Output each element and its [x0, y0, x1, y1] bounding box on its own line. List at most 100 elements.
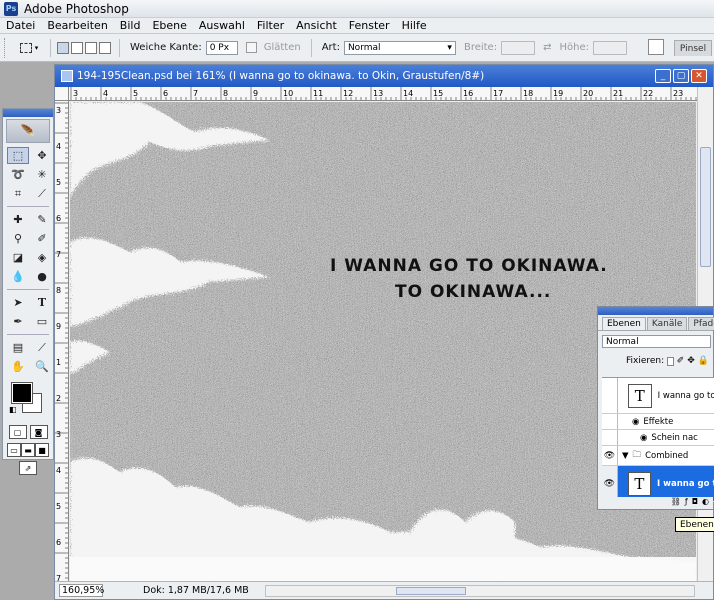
subtract-selection-button[interactable]: [85, 41, 97, 54]
link-icon[interactable]: ⛓: [671, 497, 681, 509]
canvas-text-line-2[interactable]: TO OKINAWA...: [395, 280, 551, 304]
clone-stamp-tool-icon[interactable]: ⚲: [7, 230, 29, 247]
brush-palette-tab[interactable]: Pinsel: [674, 40, 712, 56]
lasso-tool-icon[interactable]: ➰: [7, 166, 29, 183]
layer-mask-icon[interactable]: ◘: [692, 497, 698, 509]
visibility-toggle[interactable]: [602, 430, 618, 445]
layer-style-icon[interactable]: ƒ: [685, 497, 688, 509]
menu-auswahl[interactable]: Auswahl: [193, 19, 251, 32]
feather-logo-icon[interactable]: 🪶: [6, 119, 50, 143]
tab-channels[interactable]: Kanäle: [646, 317, 688, 330]
ruler-label: 22: [643, 89, 653, 98]
default-colors-icon[interactable]: ◧: [9, 405, 17, 414]
menu-filter[interactable]: Filter: [251, 19, 290, 32]
healing-brush-tool-icon[interactable]: ✚: [7, 211, 29, 228]
soft-edge-input[interactable]: 0 Px: [205, 40, 238, 55]
eye-icon[interactable]: 👁: [602, 466, 618, 501]
move-tool-icon[interactable]: ✥: [31, 147, 53, 164]
group-expand-icon[interactable]: ▼: [622, 451, 629, 461]
smooth-checkbox[interactable]: [245, 42, 257, 53]
menu-datei[interactable]: Datei: [0, 19, 41, 32]
swap-icon[interactable]: ⇄: [543, 42, 551, 53]
eyedropper-tool-icon[interactable]: ⟋: [31, 339, 53, 356]
menu-bild[interactable]: Bild: [114, 19, 147, 32]
ruler-label: 8: [223, 89, 228, 98]
layer-row[interactable]: T I wanna go to: [602, 378, 714, 414]
tab-layers[interactable]: Ebenen: [602, 317, 646, 330]
menu-hilfe[interactable]: Hilfe: [396, 19, 433, 32]
hand-tool-icon[interactable]: ✋: [7, 358, 29, 375]
file-browser-icon[interactable]: [648, 39, 664, 55]
slice-tool-icon[interactable]: ⟋: [31, 185, 53, 202]
screen-mode-full-icon[interactable]: ■: [35, 443, 49, 457]
ruler-vertical[interactable]: 34567891234567: [55, 101, 69, 583]
standard-mode-icon[interactable]: ▢: [8, 425, 27, 439]
shape-tool-icon[interactable]: ▭: [31, 313, 53, 330]
menu-bearbeiten[interactable]: Bearbeiten: [41, 19, 113, 32]
intersect-selection-button[interactable]: [99, 41, 111, 54]
document-titlebar[interactable]: 194-195Clean.psd bei 161% (I wanna go to…: [55, 65, 713, 87]
screen-mode-full-menu-icon[interactable]: ▬: [21, 443, 35, 457]
horizontal-scrollbar[interactable]: [265, 585, 695, 597]
visibility-toggle[interactable]: [602, 414, 618, 429]
layer-group-row[interactable]: 👁 ▼ 🗀 Combined: [602, 446, 714, 466]
ruler-label: 6: [56, 538, 61, 547]
pen-tool-icon[interactable]: ✒: [7, 313, 29, 330]
dodge-tool-icon[interactable]: ●: [31, 268, 53, 285]
vertical-scroll-thumb[interactable]: [700, 147, 711, 267]
menu-ebene[interactable]: Ebene: [146, 19, 192, 32]
ruler-horizontal[interactable]: 3 4 5 6 7 8 9 10 11 12 13 14 15 16 17 18 19 20 21 22 23: [69, 87, 699, 101]
ruler-label: 16: [463, 89, 473, 98]
style-select[interactable]: Normal ▾: [343, 40, 456, 55]
doc-size-info: Dok: 1,87 MB/17,6 MB: [143, 585, 249, 596]
blur-tool-icon[interactable]: 💧: [7, 268, 29, 285]
brush-tool-icon[interactable]: ✎: [31, 211, 53, 228]
options-grip[interactable]: [4, 37, 8, 58]
jump-to-imageready-icon[interactable]: ⇗: [19, 461, 37, 475]
crop-tool-icon[interactable]: ⌗: [7, 185, 29, 202]
lock-position-icon[interactable]: ✥: [687, 356, 695, 366]
canvas-text-line-1[interactable]: I WANNA GO TO OKINAWA.: [330, 254, 608, 278]
notes-tool-icon[interactable]: ▤: [7, 339, 29, 356]
ruler-label: 14: [403, 89, 413, 98]
eraser-tool-icon[interactable]: ◪: [7, 249, 29, 266]
eye-icon[interactable]: 👁: [602, 446, 618, 465]
adjustment-layer-icon[interactable]: ◐: [702, 497, 709, 509]
tab-paths[interactable]: Pfade: [688, 317, 714, 330]
marquee-tool-icon[interactable]: ⬚: [7, 147, 29, 164]
magic-wand-tool-icon[interactable]: ✳: [31, 166, 53, 183]
blend-mode-select[interactable]: Normal: [602, 335, 711, 348]
ruler-origin[interactable]: [55, 87, 69, 101]
width-input[interactable]: [501, 40, 536, 55]
foreground-color-swatch[interactable]: [11, 382, 33, 404]
menu-ansicht[interactable]: Ansicht: [290, 19, 343, 32]
menu-fenster[interactable]: Fenster: [343, 19, 396, 32]
ruler-label: 12: [343, 89, 353, 98]
maximize-button[interactable]: ▢: [673, 69, 689, 83]
layers-palette-titlebar[interactable]: [598, 307, 713, 315]
zoom-field[interactable]: 160,95%: [59, 584, 104, 597]
height-input[interactable]: [592, 40, 627, 55]
quickmask-mode-icon[interactable]: ◙: [29, 425, 48, 439]
screen-mode-standard-icon[interactable]: ▭: [7, 443, 21, 457]
toolbox-titlebar[interactable]: [3, 109, 53, 117]
layer-effects-row[interactable]: ◉ Effekte: [602, 414, 714, 430]
ruler-label: 13: [373, 89, 383, 98]
ruler-label: 6: [56, 214, 61, 223]
type-tool-icon[interactable]: T: [31, 294, 53, 311]
lock-pixels-icon[interactable]: ✐: [677, 356, 685, 366]
new-selection-button[interactable]: [57, 41, 69, 54]
path-selection-tool-icon[interactable]: ➤: [7, 294, 29, 311]
add-selection-button[interactable]: [71, 41, 83, 54]
tool-preset-picker[interactable]: ▾: [14, 38, 44, 58]
minimize-button[interactable]: _: [655, 69, 671, 83]
close-button[interactable]: ✕: [691, 69, 707, 83]
horizontal-scroll-thumb[interactable]: [396, 587, 466, 595]
zoom-tool-icon[interactable]: 🔍: [31, 358, 53, 375]
paint-bucket-tool-icon[interactable]: ◈: [31, 249, 53, 266]
lock-all-icon[interactable]: 🔒: [698, 356, 709, 366]
visibility-toggle[interactable]: [602, 378, 618, 413]
history-brush-tool-icon[interactable]: ✐: [31, 230, 53, 247]
lock-transparency-checkbox[interactable]: [667, 356, 674, 366]
layer-effect-row[interactable]: ◉ Schein nac: [602, 430, 714, 446]
